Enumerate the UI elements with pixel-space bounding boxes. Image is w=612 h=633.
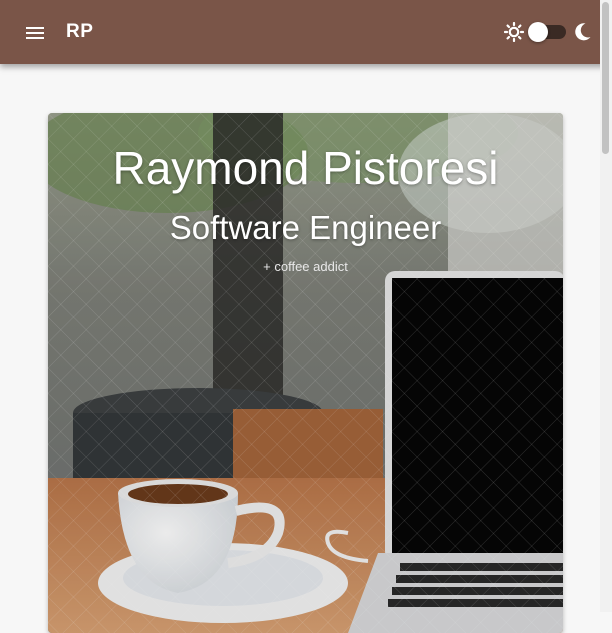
hero-banner: Raymond Pistoresi Software Engineer + co… (48, 113, 563, 633)
scrollbar-thumb[interactable] (602, 2, 609, 154)
theme-switcher (504, 22, 594, 44)
moon-icon (575, 23, 591, 41)
page-scrollbar[interactable] (600, 0, 612, 612)
menu-button[interactable] (24, 22, 46, 42)
hero-job-title: Software Engineer (169, 209, 442, 246)
hamburger-menu-icon (26, 27, 44, 29)
toggle-knob[interactable] (528, 22, 548, 42)
hamburger-line (26, 37, 44, 39)
dark-mode-toggle[interactable] (528, 22, 566, 42)
hamburger-line (26, 32, 44, 34)
brand-logo-text[interactable]: RP (66, 21, 93, 43)
hero-subtitle: + coffee addict (263, 259, 348, 274)
sun-icon (504, 22, 524, 42)
app-bar: RP (0, 0, 612, 64)
hero-name: Raymond Pistoresi (112, 142, 499, 194)
